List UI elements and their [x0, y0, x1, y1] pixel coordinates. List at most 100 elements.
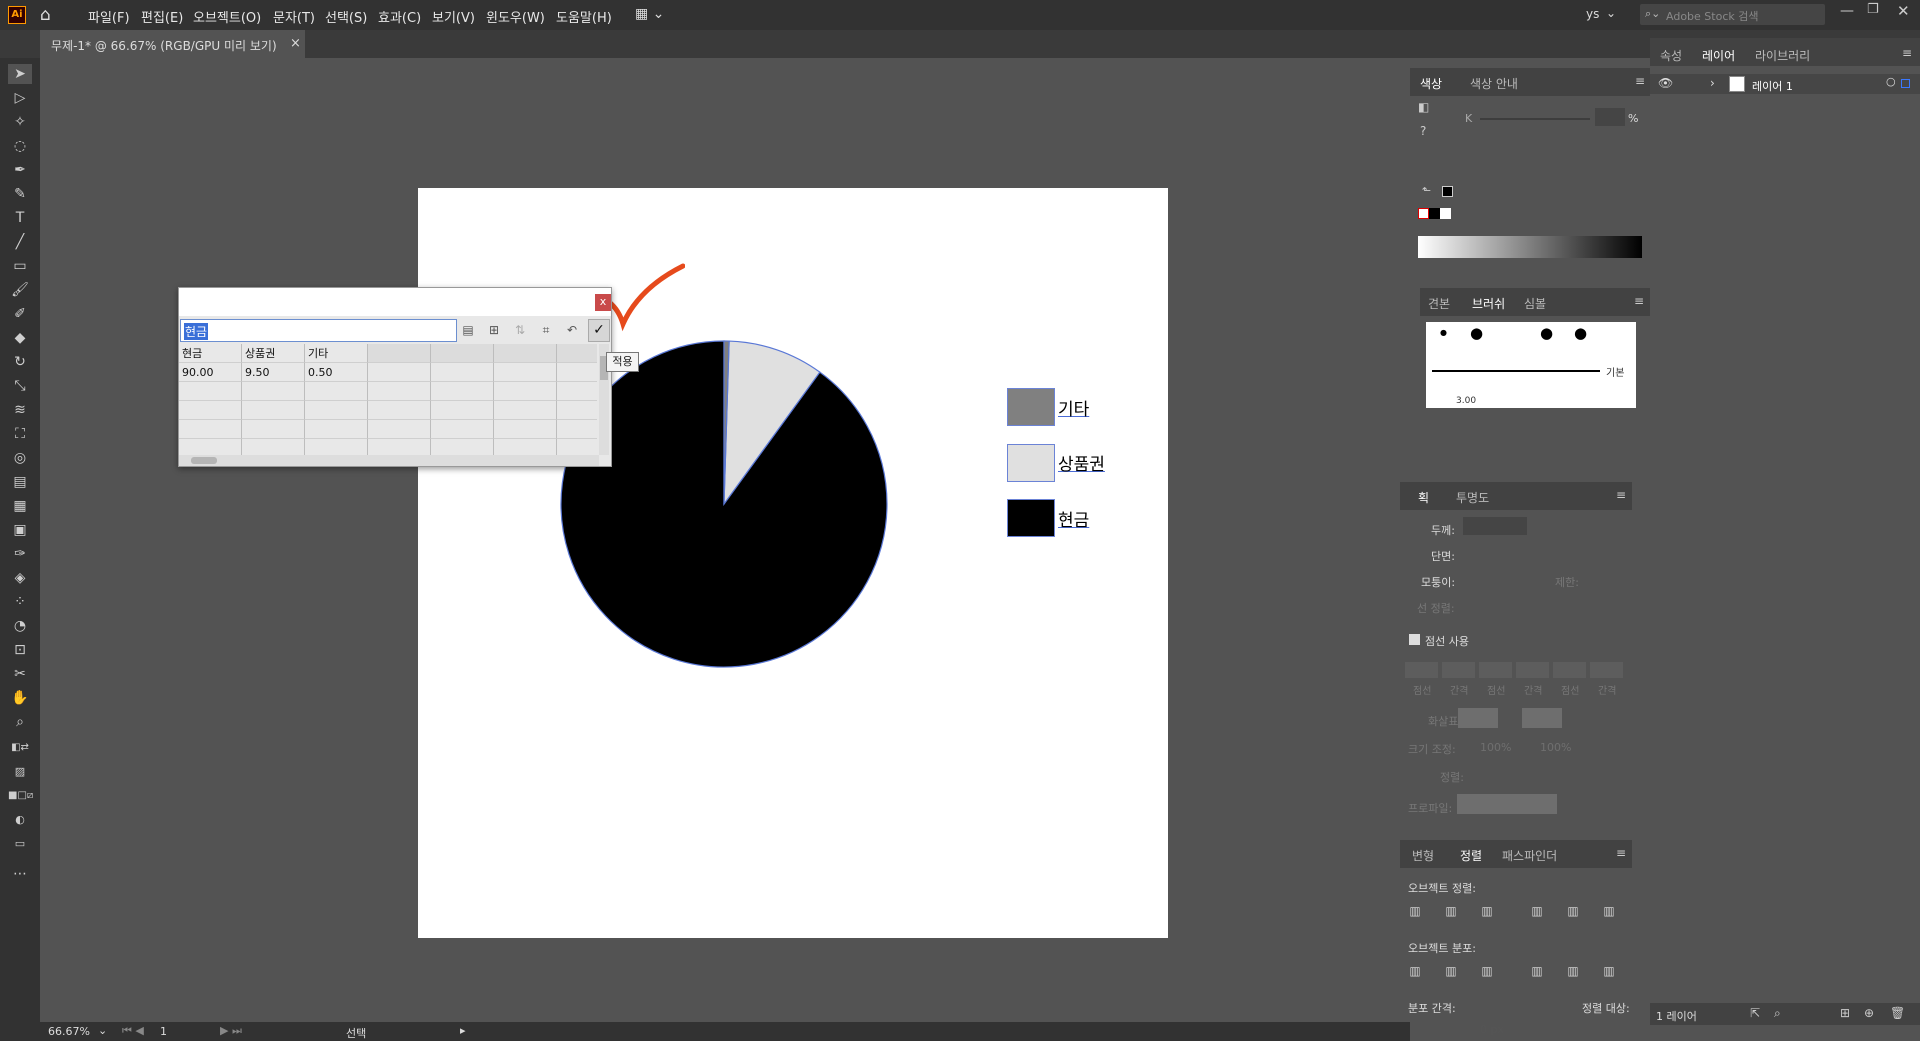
scale-start-value[interactable]: 100%	[1480, 741, 1511, 754]
chevron-down-icon[interactable]: ⌄	[98, 1024, 107, 1037]
graph-data-cell-input[interactable]: 현금	[180, 319, 457, 342]
profile-select[interactable]	[1457, 794, 1557, 814]
align-vcenter-icon[interactable]: ▥	[1566, 904, 1580, 918]
grid-value-cell[interactable]: 0.50	[305, 363, 368, 382]
lasso-tool-icon[interactable]: ◌	[8, 136, 32, 156]
restore-icon[interactable]: ❐	[1867, 2, 1879, 17]
menu-effect[interactable]: 효과(C)	[378, 7, 421, 26]
graph-data-close-button[interactable]: x	[595, 294, 611, 311]
type-tool-icon[interactable]: T	[8, 208, 32, 228]
distribute-left-icon[interactable]: ▥	[1530, 964, 1544, 978]
menu-view[interactable]: 보기(V)	[432, 7, 475, 26]
legend-label-other[interactable]: 기타	[1058, 395, 1089, 420]
screen-mode-icon[interactable]: ▭	[8, 834, 32, 854]
scale-end-value[interactable]: 100%	[1540, 741, 1571, 754]
grid-empty-cell[interactable]	[431, 344, 494, 363]
export-icon[interactable]: ⇱	[1750, 1006, 1760, 1020]
tab-color-guide[interactable]: 색상 안내	[1470, 75, 1518, 92]
dash-input-cell[interactable]	[1479, 662, 1512, 678]
grid-value-cell[interactable]: 90.00	[179, 363, 242, 382]
spacing-value[interactable]: 0 px	[1480, 1023, 1504, 1036]
last-color-icon[interactable]: ⬑	[1422, 184, 1431, 197]
dash-input-cell[interactable]	[1590, 662, 1623, 678]
grid-empty-cell[interactable]	[494, 382, 557, 401]
mesh-tool-icon[interactable]: ▦	[8, 496, 32, 516]
selection-tool-icon[interactable]: ➤	[8, 64, 32, 84]
grid-empty-cell[interactable]	[557, 439, 597, 455]
data-grid[interactable]: 현금 상품권 기타 90.00 9.50 0.50	[179, 344, 597, 455]
layer-name[interactable]: 레이어 1	[1752, 78, 1793, 94]
grid-empty-cell[interactable]	[557, 344, 597, 363]
tab-align[interactable]: 정렬	[1460, 847, 1482, 864]
gradient-tool-icon[interactable]: ▣	[8, 520, 32, 540]
tab-color[interactable]: 색상	[1420, 75, 1442, 92]
pen-tool-icon[interactable]: ✒	[8, 160, 32, 180]
symbol-sprayer-tool-icon[interactable]: ⁘	[8, 592, 32, 612]
tab-swatches[interactable]: 견본	[1428, 295, 1450, 312]
grid-empty-cell[interactable]	[242, 382, 305, 401]
brush-dot-3[interactable]: ●	[1540, 324, 1553, 342]
curvature-tool-icon[interactable]: ✎	[8, 184, 32, 204]
grid-empty-cell[interactable]	[368, 420, 431, 439]
magic-wand-tool-icon[interactable]: ✧	[8, 112, 32, 132]
none-swatch-icon[interactable]	[1418, 208, 1429, 219]
grid-empty-cell[interactable]	[368, 344, 431, 363]
grid-empty-cell[interactable]	[179, 401, 242, 420]
grid-empty-cell[interactable]	[368, 363, 431, 382]
grid-empty-cell[interactable]	[431, 363, 494, 382]
align-hcenter-icon[interactable]: ▥	[1444, 904, 1458, 918]
weight-input[interactable]	[1463, 517, 1527, 535]
distribute-bottom-icon[interactable]: ▥	[1480, 964, 1494, 978]
menu-window[interactable]: 윈도우(W)	[486, 7, 545, 26]
brush-dot-2[interactable]: ●	[1470, 324, 1483, 342]
black-swatch[interactable]	[1442, 186, 1453, 197]
legend-swatch-other[interactable]	[1007, 388, 1055, 426]
tab-libraries[interactable]: 라이브러리	[1755, 47, 1810, 64]
legend-swatch-cash[interactable]	[1007, 499, 1055, 537]
transpose-icon[interactable]: ⊞	[487, 323, 501, 337]
tab-layers[interactable]: 레이어	[1702, 47, 1735, 64]
grid-header-cell[interactable]: 기타	[305, 344, 368, 363]
hand-tool-icon[interactable]: ✋	[8, 688, 32, 708]
target-icon[interactable]: ○	[1886, 75, 1896, 88]
panel-menu-icon[interactable]: ≡	[1902, 46, 1912, 60]
legend-label-giftcard[interactable]: 상품권	[1058, 450, 1105, 475]
perspective-grid-tool-icon[interactable]: ▤	[8, 472, 32, 492]
scale-tool-icon[interactable]: ⤡	[8, 376, 32, 396]
new-layer-icon[interactable]: ⊕	[1864, 1006, 1874, 1020]
menu-help[interactable]: 도움말(H)	[556, 7, 612, 26]
grid-empty-cell[interactable]	[179, 439, 242, 455]
tab-transform[interactable]: 변형	[1412, 847, 1434, 864]
scrollbar-thumb[interactable]	[191, 457, 217, 464]
grid-header-cell[interactable]: 상품권	[242, 344, 305, 363]
document-tab-close-icon[interactable]: ×	[290, 36, 301, 51]
cell-style-icon[interactable]: ⌗	[539, 323, 553, 337]
menu-select[interactable]: 선택(S)	[325, 7, 367, 26]
k-value-field[interactable]	[1595, 108, 1625, 126]
apply-button[interactable]: ✓	[588, 319, 610, 342]
import-data-icon[interactable]: ▤	[461, 323, 475, 337]
grid-empty-cell[interactable]	[494, 439, 557, 455]
eraser-tool-icon[interactable]: ◆	[8, 328, 32, 348]
shape-builder-tool-icon[interactable]: ◎	[8, 448, 32, 468]
grid-empty-cell[interactable]	[557, 401, 597, 420]
black-swatch[interactable]	[1429, 208, 1440, 219]
grid-empty-cell[interactable]	[431, 439, 494, 455]
eye-icon[interactable]: 👁	[1658, 76, 1673, 90]
stock-search-input[interactable]: ⌕⌄ Adobe Stock 검색	[1640, 4, 1825, 25]
menu-object[interactable]: 오브젝트(O)	[193, 7, 261, 26]
brush-dot-4[interactable]: ●	[1574, 324, 1587, 342]
grid-header-cell[interactable]: 현금	[179, 344, 242, 363]
align-left-icon[interactable]: ▥	[1408, 904, 1422, 918]
grid-empty-cell[interactable]	[431, 420, 494, 439]
color-mode-icon[interactable]: ■□⧄	[8, 786, 33, 806]
line-tool-icon[interactable]: ╱	[8, 232, 32, 252]
menu-file[interactable]: 파일(F)	[88, 7, 130, 26]
dash-input-cell[interactable]	[1405, 662, 1438, 678]
panel-menu-icon[interactable]: ≡	[1634, 294, 1644, 308]
grid-empty-cell[interactable]	[179, 382, 242, 401]
rectangle-tool-icon[interactable]: ▭	[8, 256, 32, 276]
grid-empty-cell[interactable]	[431, 382, 494, 401]
grid-empty-cell[interactable]	[305, 401, 368, 420]
menu-edit[interactable]: 편집(E)	[141, 7, 183, 26]
